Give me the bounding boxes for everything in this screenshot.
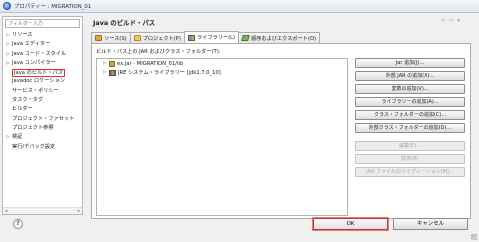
source-folder-icon [95,35,102,41]
add-class-folder-button[interactable]: クラス・フォルダーの追加(C)... [355,110,465,120]
tree-item-label: Java のビルド・パス [12,68,65,77]
tree-item-run-debug-settings[interactable]: 実行/デバッグ設定 [4,143,82,152]
libraries-list-label: ビルド・パス上の JAR およびクラス・フォルダー(T): [96,49,221,55]
tree-item-label: タスク・タグ [12,97,44,104]
list-item[interactable]: ▷ ex.jar - MIGRATION_01/lib [97,59,347,68]
remove-button[interactable]: 除去(R) [355,154,465,164]
tree-item-java-editor[interactable]: ▷ Java エディター [4,40,82,49]
pane-divider[interactable] [85,16,88,215]
tree-item-project-facets[interactable]: プロジェクト・ファセット [4,115,82,124]
add-jar-button[interactable]: Jar 追加(J)... [355,58,465,68]
resize-grip-icon[interactable] [471,234,477,240]
dialog-body: ▷ リソース ▷ Java エディター ▷ Java コード・スタイル ▷ Ja… [0,13,479,242]
page-navigation: ⇦ ⇨ ▾ [441,18,460,24]
cancel-button[interactable]: キャンセル [393,218,468,230]
page-title: Java のビルド・パス [93,19,156,27]
ok-button[interactable]: OK [312,217,389,231]
app-icon [3,2,11,10]
property-tree: ▷ リソース ▷ Java エディター ▷ Java コード・スタイル ▷ Ja… [4,31,82,152]
order-export-icon [241,35,250,41]
tree-item-label: 検証 [12,134,23,141]
jar-icon [109,60,115,67]
expand-arrow-icon[interactable]: ▷ [4,31,12,40]
library-label: ex.jar - MIGRATION_01/lib [117,60,184,67]
tab-source[interactable]: ソース(S) [91,32,131,43]
scroll-right-icon[interactable]: ▸ [78,209,80,214]
horizontal-scrollbar[interactable]: ◂ ▸ [3,207,82,214]
jre-library-icon [109,69,116,76]
build-path-tabs: ソース(S) プロジェクト(P) ライブラリー(L) 順序およびエクスポート(O… [91,31,321,43]
view-menu-icon[interactable]: ▾ [457,18,460,24]
libraries-list[interactable]: ▷ ex.jar - MIGRATION_01/lib ▷ JRE システム・ラ… [96,58,348,216]
tree-item-java-code-style[interactable]: ▷ Java コード・スタイル [4,50,82,59]
tree-item-label: Java コンパイラー [12,59,56,66]
tree-item-label: Javadoc ロケーション [12,78,65,85]
tab-label: ライブラリー(L) [196,35,236,41]
expand-arrow-icon[interactable]: ▷ [101,61,109,66]
tree-item-java-compiler[interactable]: ▷ Java コンパイラー [4,59,82,68]
property-navigation-pane: ▷ リソース ▷ Java エディター ▷ Java コード・スタイル ▷ Ja… [2,16,83,215]
add-library-button[interactable]: ライブラリーの追加(A)... [355,97,465,107]
add-external-jar-button[interactable]: 外部 JAR の追加(X)... [355,71,465,81]
edit-button[interactable]: 編集(E)... [355,141,465,151]
tab-order-export[interactable]: 順序およびエクスポート(O) [238,32,321,43]
tab-projects[interactable]: プロジェクト(P) [129,32,185,43]
tree-item-label: プロジェクト・ファセット [12,115,75,122]
libraries-panel: ビルド・パス上の JAR およびクラス・フォルダー(T): ▷ ex.jar -… [91,43,471,219]
tree-item-validation[interactable]: ▷ 検証 [4,133,82,142]
window-title: プロパティー : MIGRATION_01 [14,4,92,10]
tree-item-label: サービス・ポリシー [12,87,59,94]
expand-arrow-icon[interactable]: ▷ [4,50,12,59]
tree-item-label: Java エディター [12,41,51,48]
expand-arrow-icon[interactable]: ▷ [4,59,12,68]
tree-item-resource[interactable]: ▷ リソース [4,31,82,40]
title-bar: プロパティー : MIGRATION_01 [0,0,479,13]
list-item[interactable]: ▷ JRE システム・ライブラリー [jdk1.7.0_10] [97,68,347,77]
library-label: JRE システム・ライブラリー [jdk1.7.0_10] [118,70,221,76]
scroll-left-icon[interactable]: ◂ [5,209,7,214]
expand-arrow-icon[interactable]: ▷ [101,70,109,75]
tree-item-label: プロジェクト参照 [12,124,54,131]
add-variable-button[interactable]: 変数の追加(V)... [355,84,465,94]
tree-item-service-policy[interactable]: サービス・ポリシー [4,87,82,96]
library-icon [187,34,195,41]
tree-item-label: リソース [12,32,33,38]
tree-item-builders[interactable]: ビルダー [4,105,82,114]
help-icon[interactable]: ? [13,219,23,229]
tab-label: 順序およびエクスポート(O) [251,35,317,42]
project-icon [133,35,141,41]
tree-item-label: ビルダー [12,106,33,113]
tree-item-javadoc-location[interactable]: Javadoc ロケーション [4,77,82,86]
tree-item-label: 実行/デバッグ設定 [12,143,56,150]
migrate-jar-button[interactable]: JAR ファイルのマイグレーション(M)... [355,167,465,177]
tree-item-project-references[interactable]: プロジェクト参照 [4,124,82,133]
forward-arrow-icon[interactable]: ⇨ [449,18,453,24]
tree-item-java-build-path[interactable]: Java のビルド・パス [4,68,82,77]
tab-label: ソース(S) [104,35,127,42]
expand-arrow-icon[interactable]: ▷ [4,40,12,49]
filter-input[interactable] [5,19,80,28]
tree-item-label: Java コード・スタイル [12,50,67,57]
library-actions: Jar 追加(J)... 外部 JAR の追加(X)... 変数の追加(V)..… [355,58,467,180]
tree-item-task-tags[interactable]: タスク・タグ [4,96,82,105]
add-external-class-folder-button[interactable]: 外部クラス・フォルダーの追加(D)... [355,123,465,133]
back-arrow-icon[interactable]: ⇦ [441,18,445,24]
tab-libraries[interactable]: ライブラリー(L) [183,31,240,43]
tab-label: プロジェクト(P) [142,35,181,42]
expand-arrow-icon[interactable]: ▷ [4,133,12,142]
